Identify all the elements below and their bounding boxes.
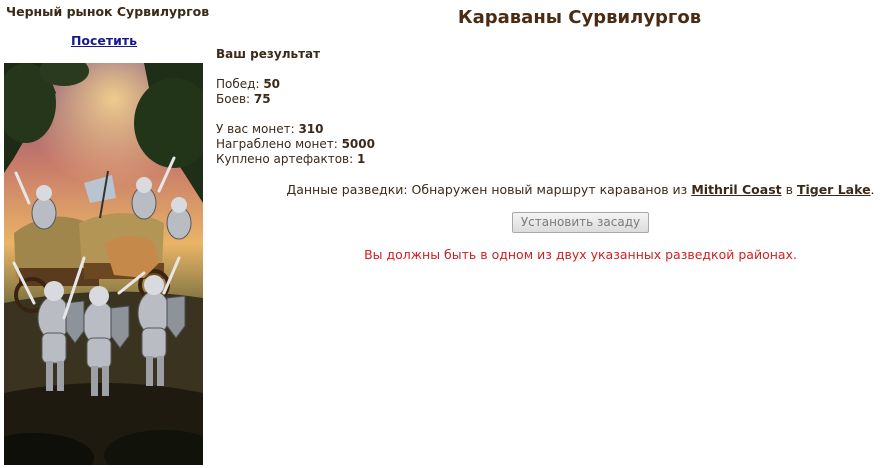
set-ambush-button[interactable]: Установить засаду [511, 212, 650, 233]
visit-link[interactable]: Посетить [4, 33, 204, 48]
intel-prefix: Данные разведки: Обнаружен новый маршрут… [286, 182, 692, 197]
wins-value: 50 [263, 77, 281, 91]
intel-middle: в [781, 182, 797, 197]
looted-row: Награблено монет: 5000 [216, 137, 375, 152]
intel-message: Данные разведки: Обнаружен новый маршрут… [208, 182, 888, 197]
coins-row: У вас монет: 310 [216, 122, 375, 137]
page-title: Караваны Сурвилургов [457, 7, 702, 28]
coins-value: 310 [298, 122, 324, 136]
route-to-link[interactable]: Tiger Lake [797, 182, 871, 197]
result-heading: Ваш результат [216, 47, 321, 61]
wins-row: Побед: 50 [216, 77, 280, 92]
looted-label: Награблено монет: [216, 137, 342, 151]
artifacts-row: Куплено артефактов: 1 [216, 152, 375, 167]
artifacts-value: 1 [357, 152, 366, 166]
error-message: Вы должны быть в одном из двух указанных… [364, 247, 797, 262]
intel-suffix: . [870, 182, 875, 197]
sidebar: Черный рынок Сурвилургов Посетить [0, 0, 210, 468]
coins-label: У вас монет: [216, 122, 299, 136]
battles-label: Боев: [216, 92, 254, 106]
wins-label: Побед: [216, 77, 264, 91]
battle-stats: Побед: 50 Боев: 75 [216, 77, 280, 107]
market-title: Черный рынок Сурвилургов [6, 4, 210, 19]
coin-stats: У вас монет: 310 Награблено монет: 5000 … [216, 122, 375, 167]
ambush-button-wrap: Установить засаду [208, 211, 888, 233]
route-from-link[interactable]: Mithril Coast [691, 182, 781, 197]
looted-value: 5000 [341, 137, 375, 151]
caravan-illustration [4, 63, 203, 465]
artifacts-label: Куплено артефактов: [216, 152, 357, 166]
battles-value: 75 [253, 92, 271, 106]
battles-row: Боев: 75 [216, 92, 280, 107]
main-content: Караваны Сурвилургов Ваш результат Побед… [208, 0, 888, 468]
